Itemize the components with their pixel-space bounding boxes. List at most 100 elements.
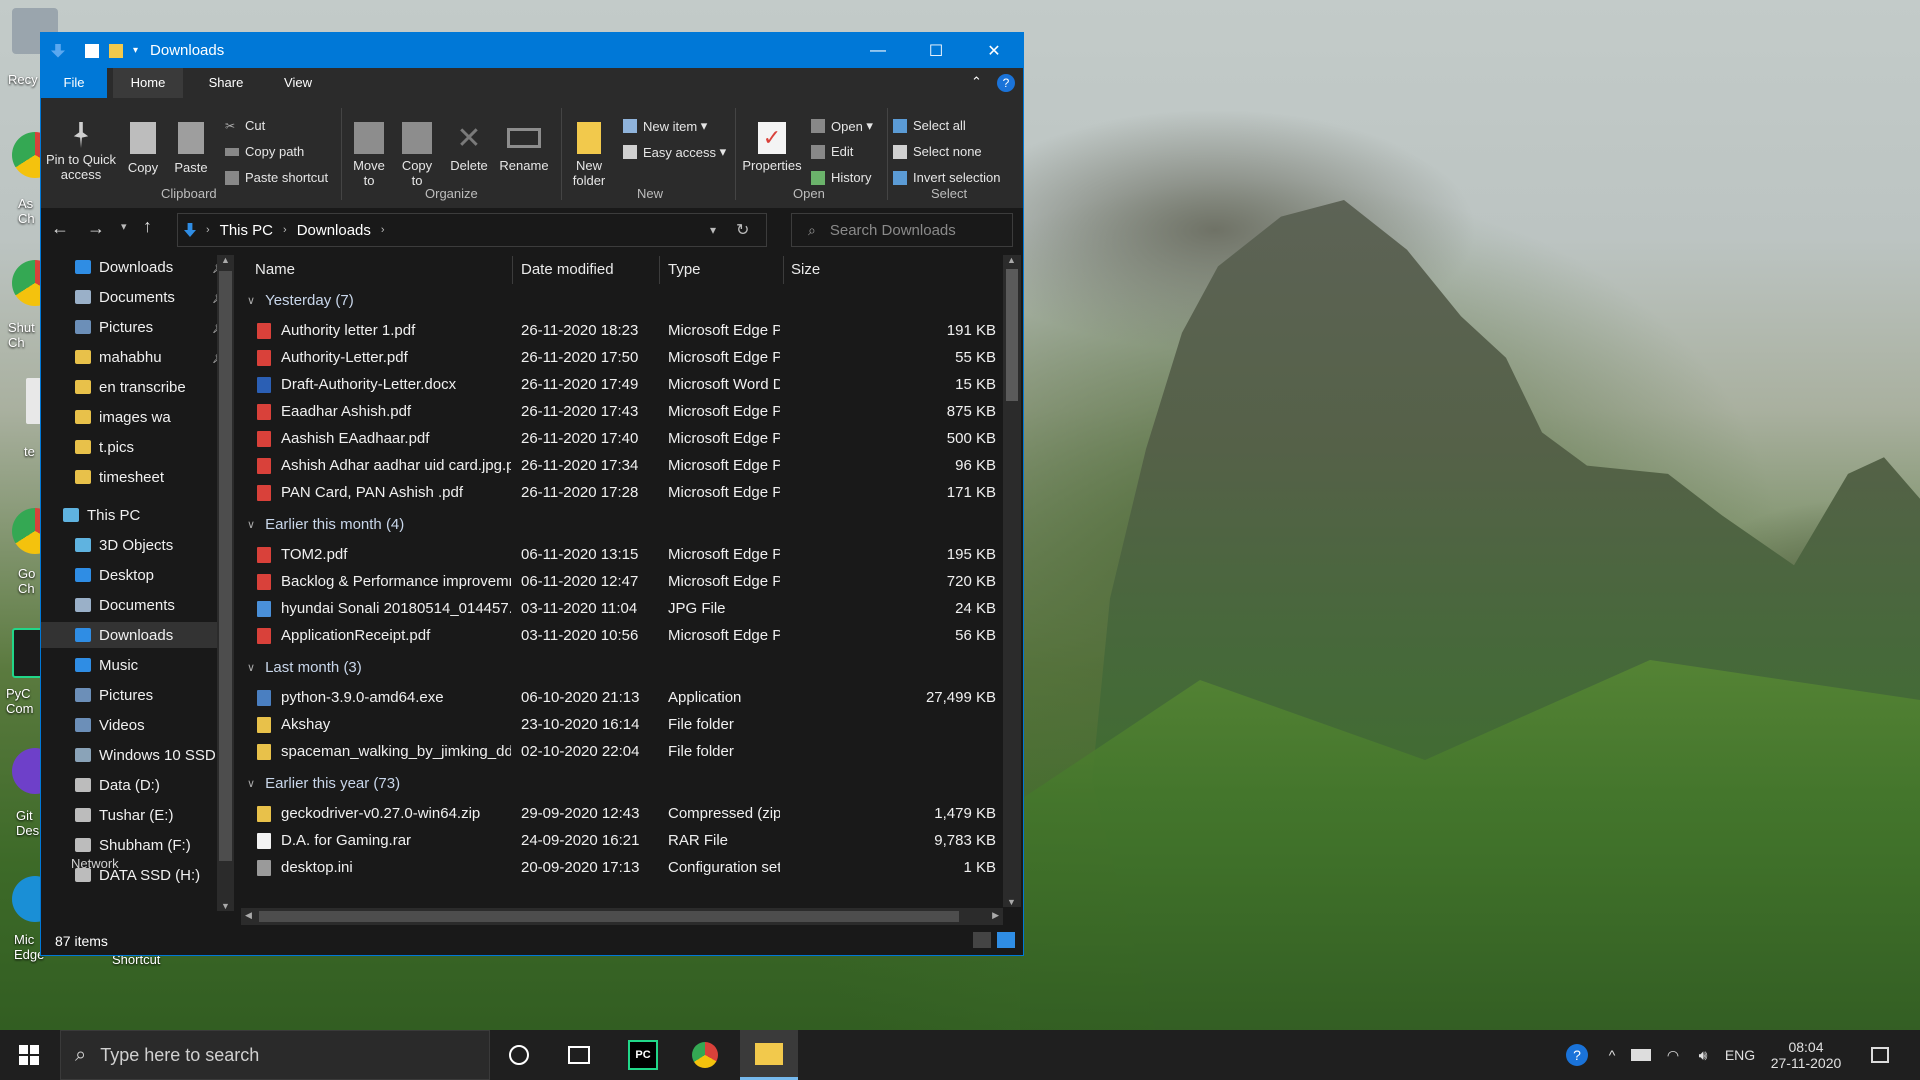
up-arrow-icon[interactable]: ↑ bbox=[143, 216, 152, 237]
nav-pc-item[interactable]: Music bbox=[41, 652, 231, 678]
column-divider[interactable] bbox=[783, 256, 784, 284]
properties-check-icon[interactable] bbox=[85, 43, 99, 58]
select-all-button[interactable]: Select all bbox=[893, 118, 966, 133]
file-row[interactable]: D.A. for Gaming.rar 24-09-2020 16:21 RAR F… bbox=[237, 828, 1007, 854]
tab-file[interactable]: File bbox=[41, 68, 107, 98]
title-bar[interactable]: ▾ Downloads — ☐ ✕ bbox=[41, 33, 1023, 68]
new-folder-quick-icon[interactable] bbox=[109, 43, 123, 58]
column-divider[interactable] bbox=[512, 256, 513, 284]
nav-pc-item[interactable]: Desktop bbox=[41, 562, 231, 588]
nav-pc-item[interactable]: DATA SSD (H:) bbox=[41, 862, 231, 888]
file-scrollbar-thumb[interactable] bbox=[1006, 269, 1018, 401]
group-header[interactable]: ∨ Earlier this month (4) bbox=[247, 511, 404, 537]
maximize-button[interactable]: ☐ bbox=[907, 33, 965, 68]
forward-arrow-icon[interactable]: → bbox=[87, 218, 105, 239]
pin-quick-access-button[interactable]: Pin to Quick access bbox=[45, 122, 117, 182]
breadcrumb-this-pc[interactable]: This PC bbox=[220, 222, 273, 239]
scroll-right-icon[interactable]: ▶ bbox=[992, 910, 999, 921]
scroll-down-icon[interactable]: ▼ bbox=[221, 901, 230, 911]
invert-selection-button[interactable]: Invert selection bbox=[893, 170, 1000, 185]
back-arrow-icon[interactable]: ← bbox=[51, 218, 69, 239]
file-row[interactable]: PAN Card, PAN Ashish .pdf 26-11-2020 17:2… bbox=[237, 480, 1007, 506]
column-size[interactable]: Size bbox=[791, 252, 820, 288]
nav-pc-item[interactable]: Data (D:) bbox=[41, 772, 231, 798]
battery-button[interactable] bbox=[1628, 1030, 1654, 1080]
file-row[interactable]: desktop.ini 20-09-2020 17:13 Configuration… bbox=[237, 855, 1007, 881]
nav-pc-item[interactable]: Downloads bbox=[41, 622, 231, 648]
paste-shortcut-button[interactable]: Paste shortcut bbox=[225, 170, 328, 185]
nav-pc-item[interactable]: Videos bbox=[41, 712, 231, 738]
nav-quick-item[interactable]: timesheet bbox=[41, 464, 231, 490]
column-date-modified[interactable]: Date modified bbox=[521, 252, 614, 288]
nav-pc-item[interactable]: Tushar (E:) bbox=[41, 802, 231, 828]
horizontal-scrollbar[interactable]: ◀ ▶ bbox=[241, 908, 1003, 925]
file-row[interactable]: TOM2.pdf 06-11-2020 13:15 Microsoft Edge P… bbox=[237, 542, 1007, 568]
clock[interactable]: 08:04 27-11-2020 bbox=[1762, 1030, 1850, 1080]
group-header[interactable]: ∨ Yesterday (7) bbox=[247, 287, 354, 313]
help-icon[interactable]: ? bbox=[997, 74, 1015, 92]
nav-quick-item[interactable]: en transcribe bbox=[41, 374, 231, 400]
file-row[interactable]: Draft-Authority-Letter.docx 26-11-2020 17… bbox=[237, 372, 1007, 398]
file-row[interactable]: Backlog & Performance improvemnt exa... 0… bbox=[237, 569, 1007, 595]
start-button[interactable] bbox=[4, 1030, 54, 1080]
group-header[interactable]: ∨ Earlier this year (73) bbox=[247, 770, 400, 796]
copy-path-button[interactable]: Copy path bbox=[225, 144, 304, 159]
address-bar[interactable]: › This PC › Downloads › ▾ ↻ bbox=[177, 213, 767, 247]
group-header[interactable]: ∨ Last month (3) bbox=[247, 654, 362, 680]
new-folder-button[interactable]: New folder bbox=[565, 122, 613, 188]
nav-quick-item[interactable]: Documents📌︎ bbox=[41, 284, 231, 310]
show-hidden-icons-button[interactable]: ^ bbox=[1600, 1030, 1624, 1080]
customize-quick-access-icon[interactable]: ▾ bbox=[133, 45, 138, 56]
file-row[interactable]: Authority letter 1.pdf 26-11-2020 18:23 Mi… bbox=[237, 318, 1007, 344]
file-row[interactable]: spaceman_walking_by_jimking_ddu0bqp 02-10… bbox=[237, 739, 1007, 765]
new-item-button[interactable]: New item ▾ bbox=[623, 118, 707, 134]
easy-access-button[interactable]: Easy access ▾ bbox=[623, 144, 726, 160]
tab-share[interactable]: Share bbox=[191, 68, 261, 98]
paste-button[interactable]: Paste bbox=[171, 122, 211, 175]
scroll-up-icon[interactable]: ▲ bbox=[221, 255, 230, 265]
nav-pc-item[interactable]: 3D Objects bbox=[41, 532, 231, 558]
copy-button[interactable]: Copy bbox=[123, 122, 163, 175]
nav-quick-item[interactable]: Pictures📌︎ bbox=[41, 314, 231, 340]
help-tray-button[interactable]: ? bbox=[1560, 1030, 1594, 1080]
horizontal-scrollbar-thumb[interactable] bbox=[259, 911, 959, 922]
file-row[interactable]: Ashish Adhar aadhar uid card.jpg.pdf 26-1… bbox=[237, 453, 1007, 479]
file-row[interactable]: Authority-Letter.pdf 26-11-2020 17:50 Micr… bbox=[237, 345, 1007, 371]
properties-button[interactable]: ✓ Properties bbox=[739, 122, 805, 173]
rename-button[interactable]: Rename bbox=[497, 122, 551, 173]
scroll-down-icon[interactable]: ▼ bbox=[1007, 897, 1016, 907]
nav-quick-item[interactable]: mahabhu📌︎ bbox=[41, 344, 231, 370]
open-button[interactable]: Open ▾ bbox=[811, 118, 873, 134]
file-list-scrollbar[interactable]: ▲ ▼ bbox=[1003, 255, 1021, 907]
large-icons-view-icon[interactable] bbox=[997, 932, 1015, 948]
nav-this-pc[interactable]: This PC bbox=[41, 502, 231, 528]
task-view-button[interactable] bbox=[554, 1030, 604, 1080]
recent-locations-chevron-icon[interactable]: ▾ bbox=[121, 220, 127, 233]
nav-scrollbar[interactable]: ▲ ▼ bbox=[217, 255, 234, 911]
details-view-icon[interactable] bbox=[973, 932, 991, 948]
history-button[interactable]: History bbox=[811, 170, 871, 185]
file-row[interactable]: Eaadhar Ashish.pdf 26-11-2020 17:43 Micros… bbox=[237, 399, 1007, 425]
address-dropdown-icon[interactable]: ▾ bbox=[710, 223, 716, 237]
nav-scrollbar-thumb[interactable] bbox=[219, 271, 232, 861]
refresh-icon[interactable]: ↻ bbox=[736, 220, 749, 240]
volume-button[interactable]: 🔊︎ bbox=[1690, 1030, 1716, 1080]
taskbar-search[interactable]: ⌕ Type here to search bbox=[60, 1030, 490, 1080]
collapse-ribbon-icon[interactable]: ⌃ bbox=[971, 74, 982, 90]
nav-pc-item[interactable]: Pictures bbox=[41, 682, 231, 708]
delete-button[interactable]: ✕ Delete bbox=[445, 122, 493, 173]
file-row[interactable]: geckodriver-v0.27.0-win64.zip 29-09-2020 … bbox=[237, 801, 1007, 827]
nav-quick-item[interactable]: t.pics bbox=[41, 434, 231, 460]
nav-quick-item[interactable]: Downloads📌︎ bbox=[41, 254, 231, 280]
cut-button[interactable]: ✂ Cut bbox=[225, 118, 265, 133]
search-box[interactable]: ⌕ Search Downloads bbox=[791, 213, 1013, 247]
scroll-up-icon[interactable]: ▲ bbox=[1007, 255, 1016, 265]
nav-pc-item[interactable]: Windows 10 SSD bbox=[41, 742, 231, 768]
nav-pc-item[interactable]: Shubham (F:) bbox=[41, 832, 231, 858]
copy-to-button[interactable]: Copy to bbox=[395, 122, 439, 188]
column-type[interactable]: Type bbox=[668, 252, 701, 288]
language-indicator[interactable]: ENG bbox=[1722, 1030, 1758, 1080]
nav-pc-item[interactable]: Documents bbox=[41, 592, 231, 618]
tab-view[interactable]: View bbox=[263, 68, 333, 98]
file-row[interactable]: python-3.9.0-amd64.exe 06-10-2020 21:13 Ap… bbox=[237, 685, 1007, 711]
